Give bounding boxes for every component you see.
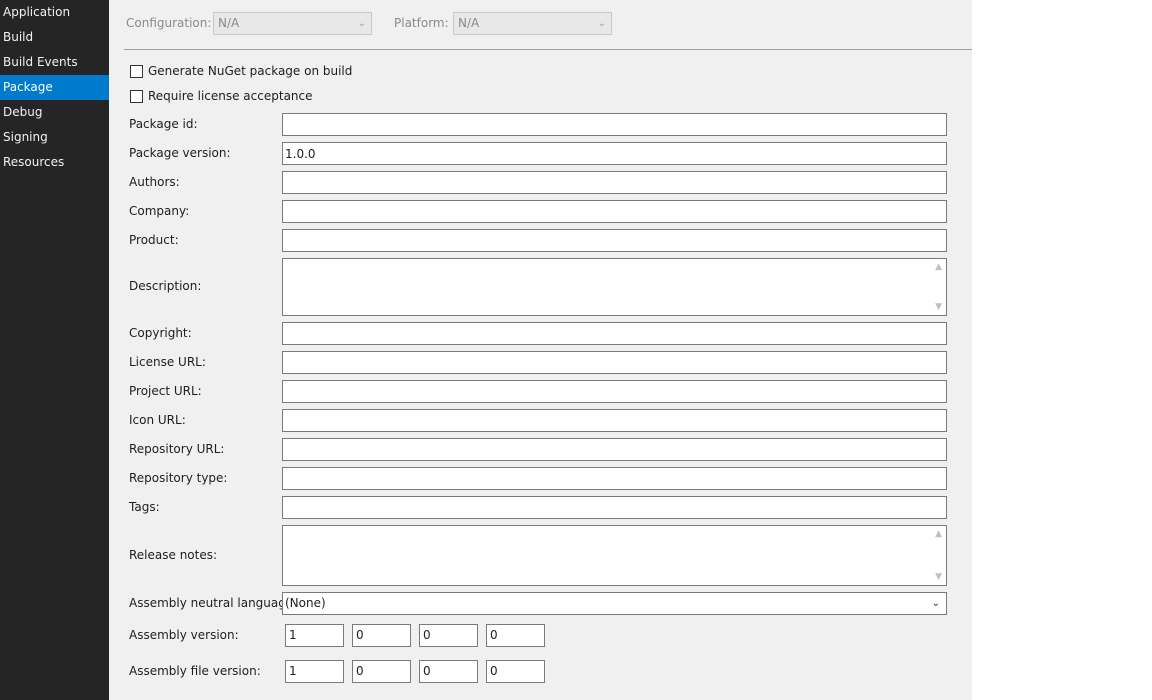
product-label: Product:	[129, 233, 179, 247]
company-input[interactable]	[282, 200, 947, 223]
require-license-checkbox[interactable]	[130, 90, 143, 103]
copyright-input[interactable]	[282, 322, 947, 345]
icon-url-input[interactable]	[282, 409, 947, 432]
release-notes-textarea[interactable]: ▲ ▼	[282, 525, 947, 586]
authors-label: Authors:	[129, 175, 180, 189]
project-url-label: Project URL:	[129, 384, 202, 398]
neutral-language-select[interactable]: (None) ⌄	[282, 592, 947, 615]
platform-select[interactable]: N/A ⌄	[453, 12, 612, 35]
package-id-label: Package id:	[129, 117, 198, 131]
tags-label: Tags:	[129, 500, 160, 514]
scroll-up-icon[interactable]: ▲	[935, 529, 942, 539]
platform-value: N/A	[458, 16, 480, 30]
configuration-label: Configuration:	[126, 16, 212, 30]
description-label: Description:	[129, 279, 202, 293]
license-url-input[interactable]	[282, 351, 947, 374]
neutral-language-label: Assembly neutral language:	[129, 596, 298, 610]
platform-label: Platform:	[394, 16, 449, 30]
sidebar-item-application[interactable]: Application	[0, 0, 109, 25]
repository-url-label: Repository URL:	[129, 442, 225, 456]
sidebar-item-debug[interactable]: Debug	[0, 100, 109, 125]
require-license-label: Require license acceptance	[148, 89, 313, 103]
empty-area	[972, 0, 1152, 700]
scroll-down-icon[interactable]: ▼	[935, 572, 942, 582]
package-version-input[interactable]	[282, 142, 947, 165]
separator	[124, 49, 972, 50]
sidebar-item-package[interactable]: Package	[0, 75, 115, 100]
chevron-down-icon: ⌄	[931, 598, 940, 609]
sidebar: Application Build Build Events Package D…	[0, 0, 115, 700]
project-url-input[interactable]	[282, 380, 947, 403]
assembly-version-minor[interactable]: 0	[352, 624, 411, 647]
release-notes-scrollbar[interactable]: ▲ ▼	[930, 526, 946, 585]
configuration-value: N/A	[218, 16, 240, 30]
icon-url-label: Icon URL:	[129, 413, 186, 427]
license-url-label: License URL:	[129, 355, 206, 369]
scroll-up-icon[interactable]: ▲	[935, 262, 942, 272]
chevron-down-icon: ⌄	[597, 18, 606, 29]
package-version-label: Package version:	[129, 146, 231, 160]
authors-input[interactable]	[282, 171, 947, 194]
company-label: Company:	[129, 204, 190, 218]
file-version-minor[interactable]: 0	[352, 660, 411, 683]
assembly-version-label: Assembly version:	[129, 628, 239, 642]
chevron-down-icon: ⌄	[357, 18, 366, 29]
product-input[interactable]	[282, 229, 947, 252]
assembly-version-revision[interactable]: 0	[486, 624, 545, 647]
release-notes-label: Release notes:	[129, 548, 218, 562]
assembly-file-version-label: Assembly file version:	[129, 664, 261, 678]
file-version-revision[interactable]: 0	[486, 660, 545, 683]
sidebar-item-resources[interactable]: Resources	[0, 150, 109, 175]
tags-input[interactable]	[282, 496, 947, 519]
configuration-select[interactable]: N/A ⌄	[213, 12, 372, 35]
description-textarea[interactable]: ▲ ▼	[282, 258, 947, 316]
scroll-down-icon[interactable]: ▼	[935, 302, 942, 312]
assembly-version-build[interactable]: 0	[419, 624, 478, 647]
package-id-input[interactable]	[282, 113, 947, 136]
description-scrollbar[interactable]: ▲ ▼	[930, 259, 946, 315]
generate-nuget-checkbox[interactable]	[130, 65, 143, 78]
sidebar-item-build[interactable]: Build	[0, 25, 109, 50]
assembly-version-major[interactable]: 1	[285, 624, 344, 647]
repository-url-input[interactable]	[282, 438, 947, 461]
copyright-label: Copyright:	[129, 326, 192, 340]
file-version-major[interactable]: 1	[285, 660, 344, 683]
sidebar-item-build-events[interactable]: Build Events	[0, 50, 109, 75]
generate-nuget-label: Generate NuGet package on build	[148, 64, 353, 78]
repository-type-input[interactable]	[282, 467, 947, 490]
repository-type-label: Repository type:	[129, 471, 228, 485]
neutral-language-value: (None)	[285, 596, 326, 610]
sidebar-item-signing[interactable]: Signing	[0, 125, 109, 150]
file-version-build[interactable]: 0	[419, 660, 478, 683]
